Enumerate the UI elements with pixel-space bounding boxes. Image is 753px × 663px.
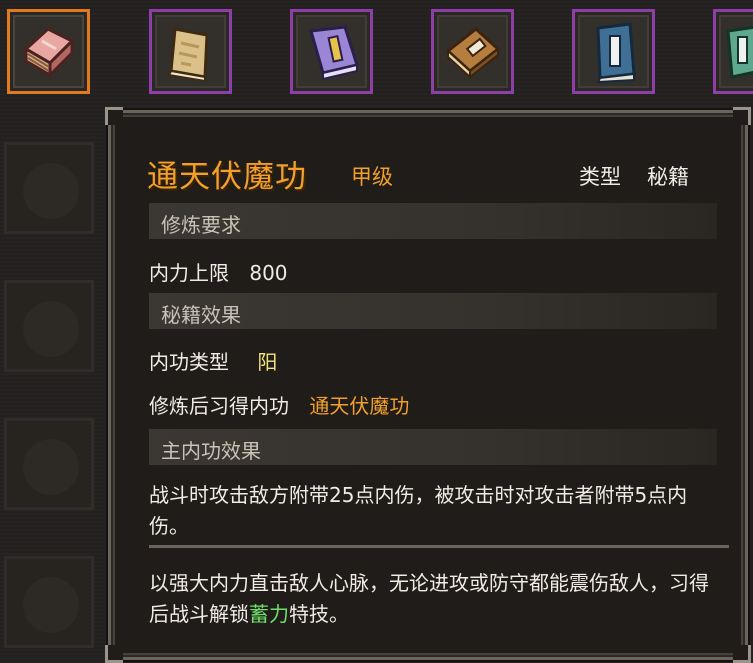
empty-slot [4,418,94,510]
item-grade: 甲级 [351,165,393,189]
divider [149,545,729,548]
requirement-row: 内力上限 800 [149,257,288,286]
pink-manual-icon [22,26,75,79]
panel-corner [105,107,123,125]
teal-manual-icon [726,25,753,79]
panel-corner [105,645,123,663]
empty-slot [4,556,94,648]
purple-manual-icon [308,24,359,80]
internal-type-value: 阳 [257,350,278,374]
panel-corner [733,645,751,663]
blue-manual-icon [595,21,636,83]
requirement-value: 800 [249,261,288,285]
section-effects-label: 秘籍效果 [161,303,241,327]
requirement-label: 内力上限 [149,261,229,285]
main-effect-text: 战斗时攻击敌方附带25点内伤，被攻击时对攻击者附带5点内伤。 [149,483,688,538]
brown-manual-icon [445,26,500,79]
empty-slot [4,142,94,234]
section-effects: 秘籍效果 [149,293,717,329]
item-type-label: 类型 [579,165,621,189]
description-prefix: 以强大内力直击敌人心脉，无论进攻或防守都能震伤敌人，习得后战斗解锁 [149,571,709,626]
description-highlight: 蓄力 [249,602,289,626]
section-main-effect: 主内功效果 [149,429,717,465]
internal-type-row: 内功类型 阳 [149,346,277,375]
internal-type-label: 内功类型 [149,350,229,374]
inventory-slot-5[interactable] [572,9,655,94]
learned-value: 通天伏魔功 [309,394,410,418]
inventory-slot-2[interactable] [149,9,232,94]
item-description: 以强大内力直击敌人心脉，无论进攻或防守都能震伤敌人，习得后战斗解锁蓄力特技。 [149,568,709,630]
learned-label: 修炼后习得内功 [149,394,289,418]
item-title: 通天伏魔功 [147,159,307,195]
item-tooltip: 通天伏魔功 甲级 类型 秘籍 修炼要求 内力上限 800 秘籍效果 内功类型 阳… [105,107,751,663]
inventory-slot-6[interactable] [713,9,753,94]
tan-manual-icon [167,26,209,82]
empty-slot [4,280,94,372]
section-requirements-label: 修炼要求 [161,213,241,237]
description-suffix: 特技。 [289,602,349,626]
inventory-slot-3[interactable] [290,9,373,94]
item-type-value: 秘籍 [647,165,689,189]
learned-row: 修炼后习得内功 通天伏魔功 [149,390,409,419]
panel-corner [733,107,751,125]
section-requirements: 修炼要求 [149,203,717,239]
inventory-slot-4[interactable] [431,9,514,94]
inventory-slot-1[interactable] [7,9,90,94]
section-main-effect-label: 主内功效果 [161,439,261,463]
